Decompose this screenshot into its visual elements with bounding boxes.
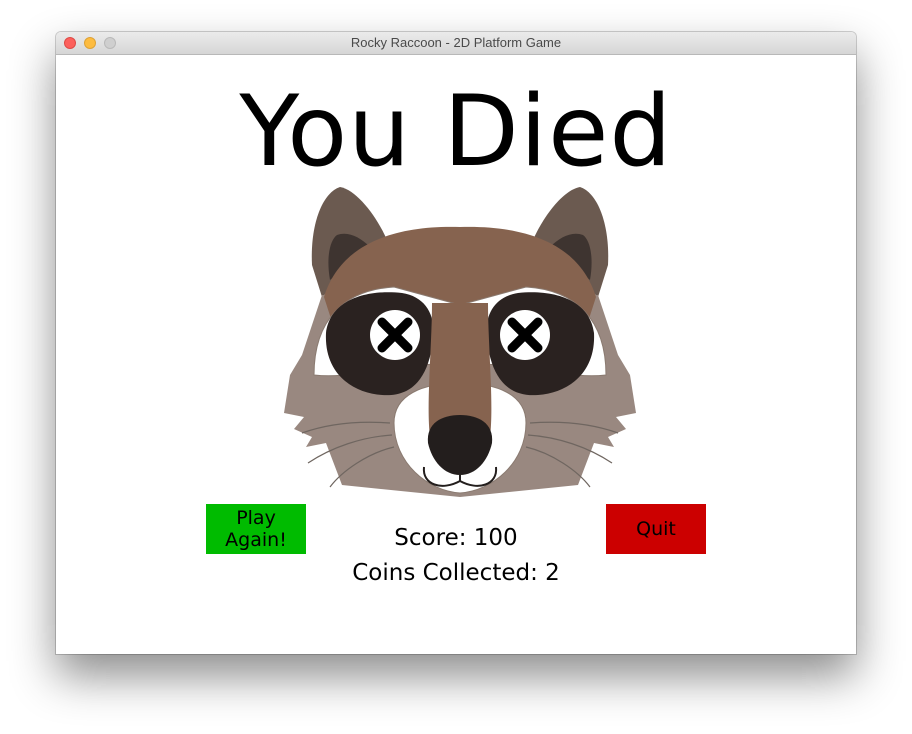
score-label: Score: 100 (394, 525, 518, 551)
game-window: Rocky Raccoon - 2D Platform Game You Die… (56, 32, 856, 654)
game-over-headline: You Died (239, 75, 673, 189)
window-title: Rocky Raccoon - 2D Platform Game (350, 35, 562, 50)
game-over-screen: You Died Play Again! Quit Score: 100 Coi… (56, 55, 856, 654)
coins-collected-label: Coins Collected: 2 (352, 560, 560, 586)
title-bar[interactable]: Rocky Raccoon - 2D Platform Game (56, 32, 856, 55)
dead-raccoon-icon (284, 187, 636, 497)
